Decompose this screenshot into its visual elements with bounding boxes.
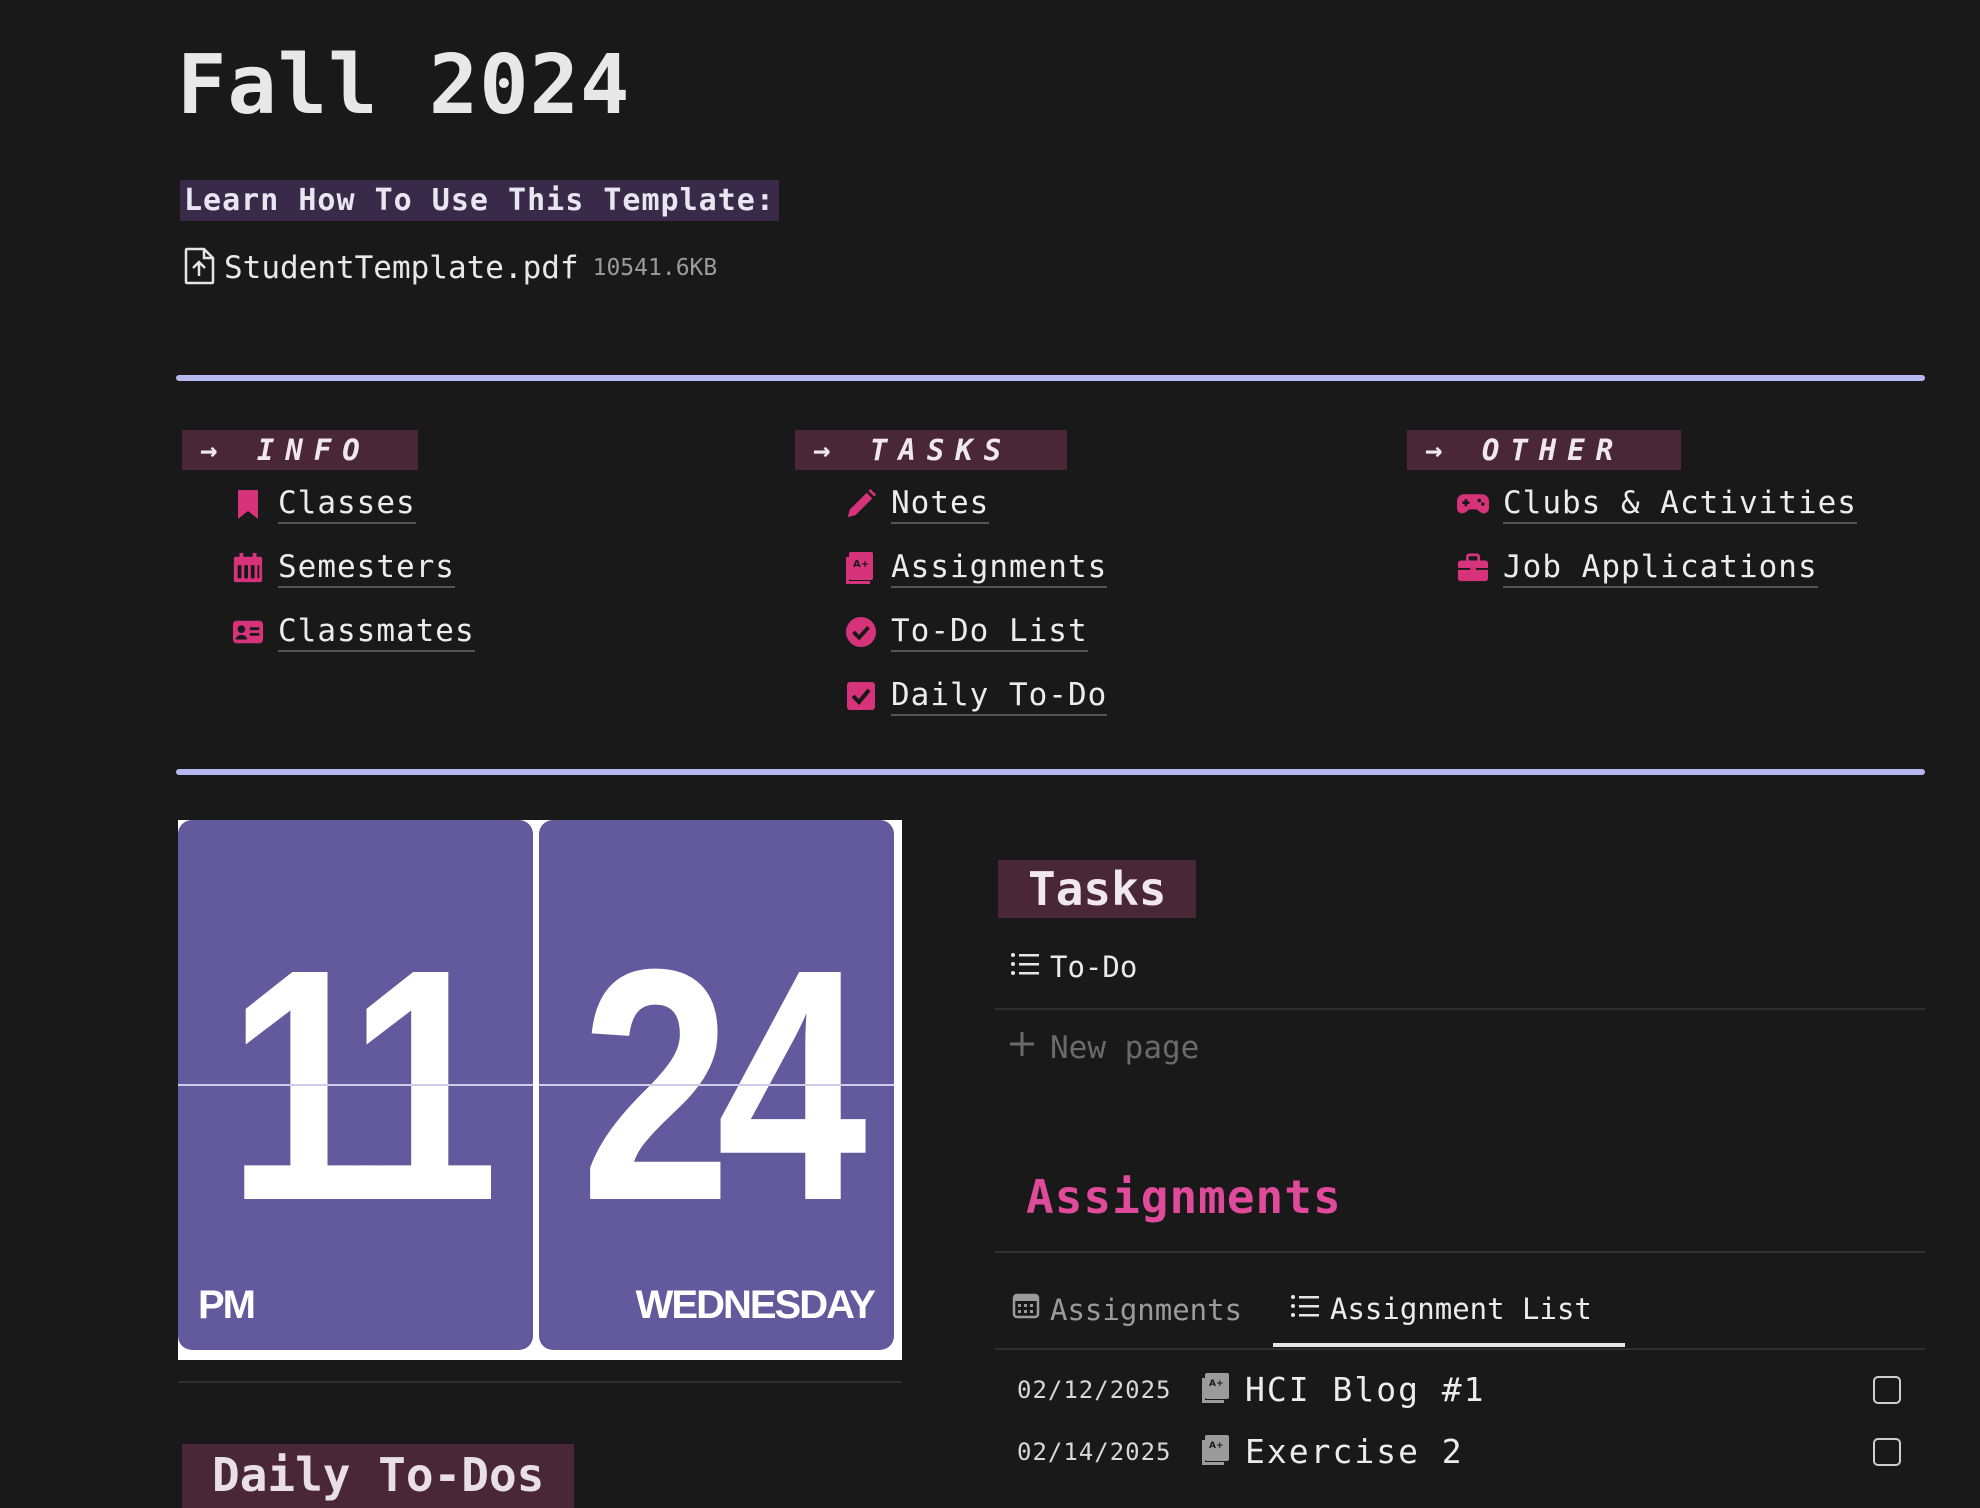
tab-assignments-calendar[interactable]: Assignments [1012,1292,1242,1327]
id-card-icon [232,616,264,648]
learn-template-label: Learn How To Use This Template: [180,180,779,221]
clock-separator [178,1381,902,1383]
tasks-heading: → TASKS [795,430,1067,470]
clock-period: PM [198,1283,256,1327]
clock-hour-split [178,1084,533,1086]
checkbox-icon [845,680,877,712]
svg-text:A+: A+ [1209,1379,1224,1389]
tab-assignment-list[interactable]: Assignment List [1290,1292,1592,1326]
row-date: 02/14/2025 [1017,1437,1172,1466]
row-date: 02/12/2025 [1017,1375,1172,1404]
list-icon [1010,950,1040,984]
clock-minute-card: 24 WEDNESDAY [539,820,894,1350]
row-name[interactable]: HCI Blog #1 [1245,1370,1486,1409]
bookmark-icon [232,488,264,520]
daily-todos-heading: Daily To-Dos [182,1444,575,1508]
clock-minute-split [539,1084,894,1086]
calendar-icon [232,552,264,584]
tasks-heading-block: Tasks [998,860,1197,918]
file-upload-icon [182,247,216,289]
page-title: Fall 2024 [177,38,631,133]
tasks-separator [995,1008,1925,1010]
link-clubs-activities-label[interactable]: Clubs & Activities [1503,485,1857,524]
tasks-view-label[interactable]: To-Do [1050,950,1137,984]
link-classmates[interactable]: Classmates [232,610,475,654]
table-row[interactable]: 02/12/2025 A+ HCI Blog #1 [1017,1370,1917,1409]
assignment-icon: A+ [1201,1372,1231,1408]
table-row[interactable]: 02/14/2025 A+ Exercise 2 [1017,1432,1917,1471]
tab-assignment-list-label[interactable]: Assignment List [1330,1292,1592,1326]
new-page-label[interactable]: New page [1050,1030,1199,1066]
clock-day: WEDNESDAY [635,1283,876,1327]
svg-text:A+: A+ [853,559,869,570]
list-icon [1290,1292,1320,1326]
row-name[interactable]: Exercise 2 [1245,1432,1464,1471]
pencil-icon [845,488,877,520]
link-semesters-label[interactable]: Semesters [278,549,455,588]
link-clubs-activities[interactable]: Clubs & Activities [1457,482,1857,526]
info-column: → INFO Classes Semesters Classmates [182,430,475,654]
clock-hour-card: 11 PM [178,820,533,1350]
calendar-grid-icon [1012,1292,1040,1327]
link-job-applications-label[interactable]: Job Applications [1503,549,1818,588]
check-circle-icon [845,616,877,648]
active-tab-indicator [1273,1343,1625,1347]
svg-text:A+: A+ [1209,1441,1224,1451]
assignment-icon: A+ [845,552,877,584]
link-assignments[interactable]: A+ Assignments [845,546,1108,590]
link-classmates-label[interactable]: Classmates [278,613,475,652]
link-classes[interactable]: Classes [232,482,475,526]
link-classes-label[interactable]: Classes [278,485,416,524]
file-size: 10541.6KB [592,255,718,281]
divider-middle [176,769,1925,775]
assignments-heading: Assignments [1026,1170,1342,1224]
new-page-button[interactable]: New page [1008,1030,1199,1066]
other-column: → OTHER Clubs & Activities Job Applicati… [1407,430,1857,590]
briefcase-icon [1457,552,1489,584]
link-daily-todo-label[interactable]: Daily To-Do [891,677,1108,716]
gamepad-icon [1457,488,1489,520]
other-heading: → OTHER [1407,430,1681,470]
flip-clock-widget: 11 PM 24 WEDNESDAY [178,820,902,1360]
tasks-column: → TASKS Notes A+ Assignments To-Do List … [795,430,1108,718]
link-daily-todo[interactable]: Daily To-Do [845,674,1108,718]
info-heading: → INFO [182,430,418,470]
link-semesters[interactable]: Semesters [232,546,475,590]
link-notes[interactable]: Notes [845,482,1107,526]
tab-assignments-label[interactable]: Assignments [1050,1293,1242,1327]
assignments-heading-separator [995,1251,1925,1253]
link-assignments-label[interactable]: Assignments [891,549,1108,588]
link-todo-list[interactable]: To-Do List [845,610,1107,654]
tabs-separator [995,1348,1925,1350]
row-checkbox[interactable] [1873,1375,1901,1404]
tasks-view-todo[interactable]: To-Do [1010,950,1137,984]
file-name[interactable]: StudentTemplate.pdf [224,250,579,286]
link-job-applications[interactable]: Job Applications [1457,546,1857,590]
link-notes-label[interactable]: Notes [891,485,990,524]
assignment-icon: A+ [1201,1434,1231,1470]
plus-icon [1008,1030,1036,1066]
divider-top [176,375,1925,381]
row-checkbox[interactable] [1873,1437,1901,1466]
link-todo-list-label[interactable]: To-Do List [891,613,1088,652]
file-attachment[interactable]: StudentTemplate.pdf 10541.6KB [182,246,717,290]
